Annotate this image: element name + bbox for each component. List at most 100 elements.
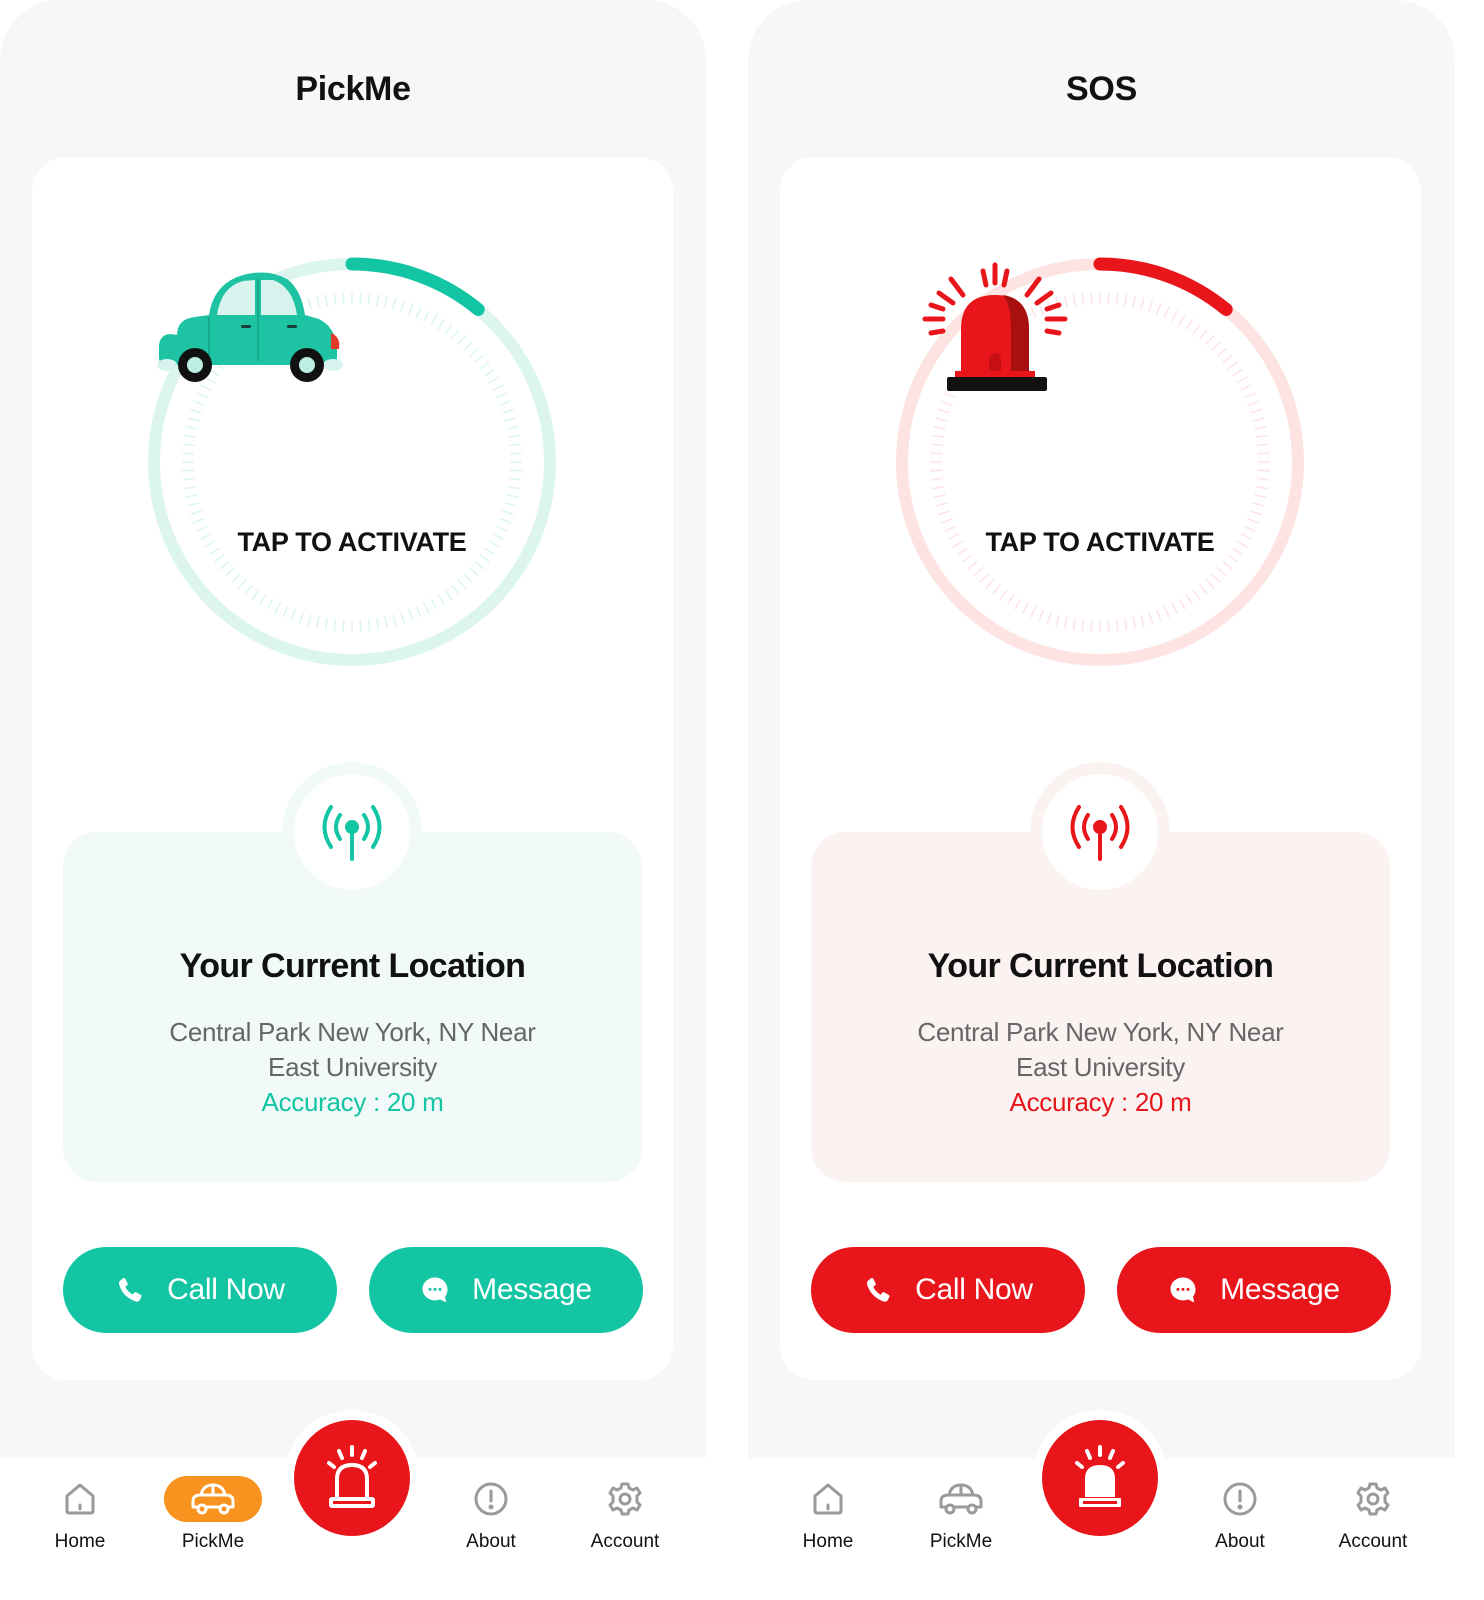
nav-label: PickMe	[181, 1531, 245, 1552]
tick-mark	[193, 400, 205, 407]
tick-mark	[266, 598, 274, 610]
tap-to-activate-label: TAP TO ACTIVATE	[985, 527, 1215, 557]
tick-mark	[367, 619, 371, 632]
call-now-button[interactable]: Call Now	[811, 1247, 1085, 1333]
tick-mark	[1198, 584, 1208, 595]
tick-mark	[444, 589, 453, 600]
tick-mark	[384, 295, 389, 308]
nav-label: About	[466, 1531, 516, 1552]
location-accuracy: Accuracy : 20 m	[1009, 1087, 1192, 1117]
nav-item-about[interactable]: About	[1185, 1458, 1295, 1600]
tick-mark	[1163, 606, 1170, 618]
tick-mark	[359, 292, 362, 305]
phone-icon	[119, 1277, 142, 1302]
tick-mark	[1257, 469, 1270, 472]
activate-button[interactable]: TAP TO ACTIVATE	[895, 257, 1305, 667]
tick-mark	[488, 376, 500, 384]
tick-mark	[509, 469, 522, 472]
tick-mark	[182, 469, 195, 472]
tick-mark	[992, 584, 1002, 595]
call-now-button[interactable]: Call Now	[63, 1247, 337, 1333]
sos-fab-button[interactable]	[284, 1410, 420, 1546]
sos-fab-button[interactable]	[1032, 1410, 1168, 1546]
tick-mark	[1163, 306, 1170, 318]
tick-mark	[415, 306, 422, 318]
tick-mark	[183, 434, 197, 439]
tick-mark	[182, 452, 195, 455]
message-button[interactable]: Message	[1117, 1247, 1391, 1333]
tick-mark	[185, 494, 198, 499]
tick-mark	[324, 617, 329, 631]
tick-mark	[496, 392, 508, 399]
tick-mark	[1014, 598, 1022, 610]
tick-mark	[1185, 319, 1194, 330]
nav-item-pickme[interactable]: PickMe	[158, 1458, 268, 1600]
tick-mark	[185, 425, 198, 430]
nav-item-about[interactable]: About	[436, 1458, 546, 1600]
tick-mark	[290, 609, 297, 621]
tick-mark	[1205, 335, 1215, 346]
nav-label: Home	[54, 1531, 106, 1552]
tick-mark	[190, 408, 202, 414]
home-icon	[813, 1483, 843, 1515]
nav-item-home[interactable]: Home	[25, 1458, 135, 1600]
tick-mark	[392, 614, 397, 627]
tick-mark	[359, 619, 362, 632]
nav-label: PickMe	[929, 1531, 993, 1552]
tick-mark	[938, 510, 950, 516]
nav-item-pickme[interactable]: PickMe	[906, 1458, 1016, 1600]
tick-mark	[1192, 589, 1201, 600]
tick-mark	[1185, 594, 1194, 605]
tick-mark	[375, 293, 380, 307]
main-card: TAP TO ACTIVATE Your Current Location Ce…	[780, 157, 1421, 1380]
tick-mark	[1232, 368, 1243, 377]
location-accuracy: Accuracy : 20 m	[261, 1087, 444, 1117]
broadcast-icon	[322, 805, 382, 861]
info-icon	[1223, 1482, 1257, 1516]
message-button[interactable]: Message	[369, 1247, 643, 1333]
activate-button[interactable]: TAP TO ACTIVATE	[147, 257, 557, 667]
page-title: PickMe	[295, 70, 411, 108]
tick-mark	[219, 560, 230, 570]
main-card: TAP TO ACTIVATE Your Current Location Ce…	[32, 157, 673, 1380]
nav-item-account[interactable]: Account	[1318, 1458, 1428, 1600]
tick-mark	[367, 292, 371, 305]
tick-mark	[1257, 477, 1270, 481]
nav-item-home[interactable]: Home	[773, 1458, 883, 1600]
tick-mark	[1046, 612, 1052, 624]
tick-mark	[938, 408, 950, 414]
tick-mark	[298, 612, 304, 624]
tick-mark	[1250, 510, 1262, 516]
tick-mark	[999, 589, 1008, 600]
tick-mark	[930, 452, 943, 455]
tick-mark	[1240, 384, 1252, 391]
tick-mark	[941, 517, 953, 524]
tap-to-activate-label: TAP TO ACTIVATE	[237, 527, 467, 557]
nav-item-account[interactable]: Account	[570, 1458, 680, 1600]
tick-mark	[1192, 324, 1201, 335]
tick-mark	[258, 594, 267, 605]
tick-mark	[1140, 297, 1145, 310]
tick-mark	[384, 616, 389, 629]
tick-mark	[450, 329, 460, 340]
tick-mark	[930, 469, 943, 472]
tick-mark	[423, 602, 430, 614]
message-label: Message	[472, 1273, 592, 1306]
call-now-label: Call Now	[167, 1273, 285, 1306]
tick-mark	[933, 425, 946, 430]
tick-mark	[1081, 619, 1085, 632]
tick-mark	[437, 594, 446, 605]
tick-mark	[1063, 616, 1068, 629]
tick-mark	[1055, 614, 1060, 627]
tick-mark	[468, 567, 479, 577]
tick-mark	[484, 368, 495, 377]
tick-mark	[1255, 485, 1269, 490]
tick-mark	[504, 502, 517, 507]
progress-arc	[345, 257, 485, 316]
car-icon	[157, 272, 343, 382]
tick-mark	[415, 606, 422, 618]
tick-mark	[1155, 609, 1162, 621]
tick-mark	[450, 584, 460, 595]
call-now-label: Call Now	[915, 1273, 1033, 1306]
tick-mark	[1257, 443, 1270, 447]
